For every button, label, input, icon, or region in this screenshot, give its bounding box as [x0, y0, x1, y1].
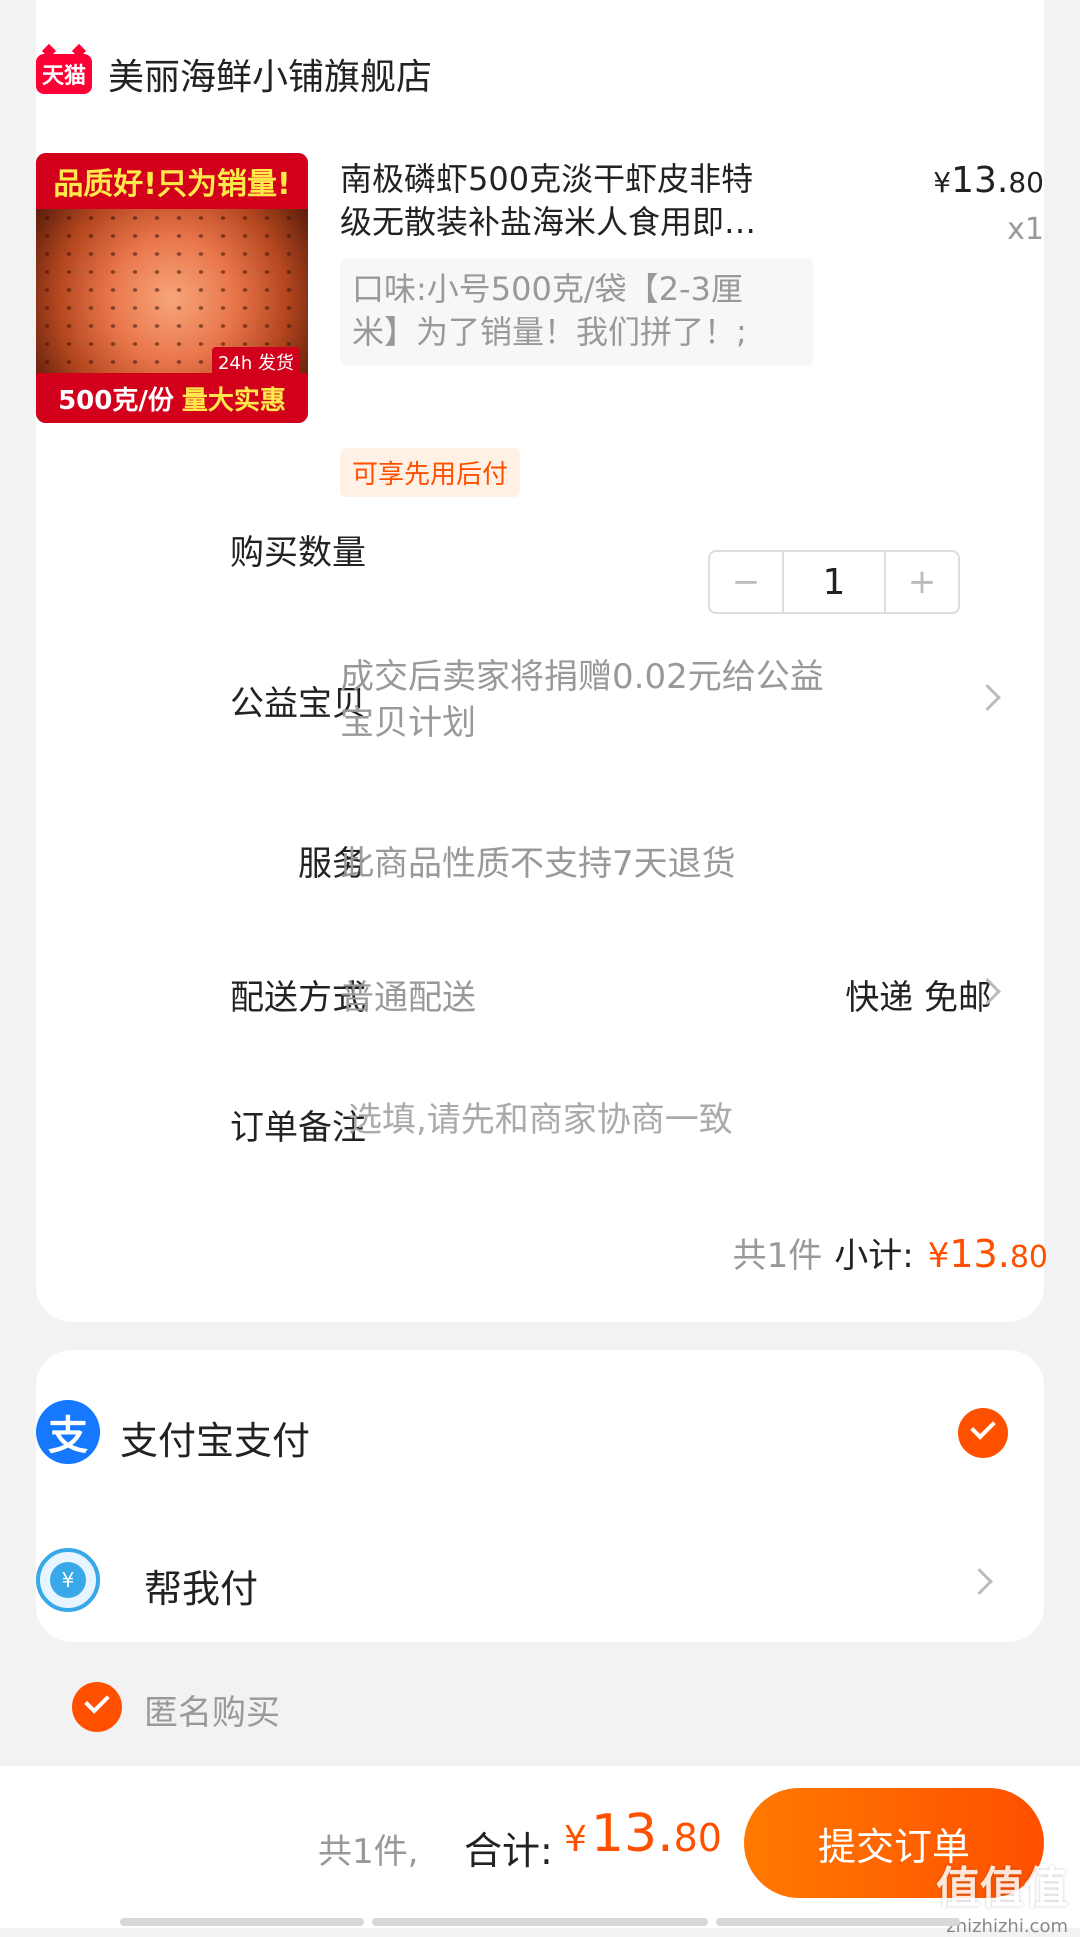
watermark-logo: 值值值 [936, 1863, 1068, 1914]
help-pay-icon: ¥ [36, 1548, 100, 1612]
subtotal-count: 共1件 [732, 1236, 823, 1276]
product-price: ¥13.80 [933, 160, 1044, 201]
quantity-label: 购买数量 [230, 533, 366, 573]
tmall-logo-icon: 天猫 [36, 54, 92, 94]
pay-later-badge: 可享先用后付 [340, 448, 521, 497]
shipping-value[interactable]: 普通配送 [340, 970, 476, 1019]
subtotal-dec: 80 [1009, 1240, 1048, 1275]
charity-line1: 成交后卖家将捐赠0.02元给公益 [340, 657, 824, 697]
product-image-highlight: 量大实惠 [181, 385, 286, 416]
subtotal: 共1件 小计: ¥13. 80 [733, 1228, 1048, 1277]
help-pay-label[interactable]: 帮我付 [144, 1558, 258, 1613]
total-int: 13. [590, 1804, 674, 1864]
shop-header[interactable]: 天猫 美丽海鲜小铺旗舰店 [36, 48, 432, 100]
shipping-method[interactable]: 快递 免邮 [845, 970, 992, 1019]
product-image-bottom: 500克/份 量大实惠 [36, 373, 308, 423]
decrease-button[interactable]: − [710, 552, 784, 612]
product-image-weight: 500克/份 [58, 385, 174, 416]
quantity-stepper: − 1 + [708, 550, 960, 614]
charity-line2: 宝贝计划 [340, 703, 476, 743]
product-image[interactable]: 品质好!只为销量! 24h 发货 500克/份 量大实惠 [36, 153, 308, 423]
anonymous-check-icon[interactable] [72, 1682, 122, 1732]
bottom-bar: 共1件, 合计: ¥13. 80 提交订单 值值值 zhizhizhi.com [0, 1766, 1080, 1937]
help-pay-yuan-icon: ¥ [50, 1562, 86, 1598]
total-symbol: ¥ [564, 1819, 587, 1860]
charity-description[interactable]: 成交后卖家将捐赠0.02元给公益 宝贝计划 [340, 654, 824, 746]
total-label: 合计: [464, 1829, 553, 1873]
order-note-input[interactable] [340, 1100, 976, 1140]
product-quantity: x1 [1007, 212, 1044, 247]
service-value: 此商品性质不支持7天退货 [340, 844, 736, 884]
product-title[interactable]: 南极磷虾500克淡干虾皮非特 级无散装补盐海米人食用即… [340, 158, 810, 244]
shop-name[interactable]: 美丽海鲜小铺旗舰店 [108, 48, 432, 100]
product-title-line2: 级无散装补盐海米人食用即… [340, 203, 757, 241]
price-dec: 80 [1008, 166, 1044, 199]
total-dec: 80 [673, 1816, 722, 1860]
price-int: 13. [951, 160, 1009, 201]
subtotal-int: 13. [949, 1232, 1010, 1276]
subtotal-symbol: ¥ [927, 1236, 950, 1276]
product-title-line1: 南极磷虾500克淡干虾皮非特 [340, 160, 754, 198]
increase-button[interactable]: + [884, 552, 958, 612]
sku-box[interactable]: 口味:小号500克/袋【2-3厘 米】为了销量！我们拼了！; [340, 258, 814, 366]
subtotal-label: 小计: [834, 1236, 914, 1276]
anonymous-purchase-label[interactable]: 匿名购买 [144, 1685, 280, 1734]
total-count: 共1件, [318, 1832, 419, 1872]
alipay-label[interactable]: 支付宝支付 [120, 1410, 310, 1465]
product-image-top-text: 品质好!只为销量! [36, 153, 308, 209]
nav-bar-segment-right [716, 1918, 960, 1926]
alipay-selected-check-icon[interactable] [958, 1408, 1008, 1458]
price-symbol: ¥ [933, 166, 952, 199]
nav-bar-segment-center [372, 1918, 708, 1926]
alipay-icon: 支 [36, 1400, 100, 1464]
nav-bar-segment-left [120, 1918, 364, 1926]
sku-line1: 口味:小号500克/袋【2-3厘 [352, 270, 743, 308]
total-amount: ¥13. 80 [564, 1804, 722, 1864]
sku-line2: 米】为了销量！我们拼了！; [352, 313, 747, 351]
quantity-value[interactable]: 1 [784, 552, 884, 612]
